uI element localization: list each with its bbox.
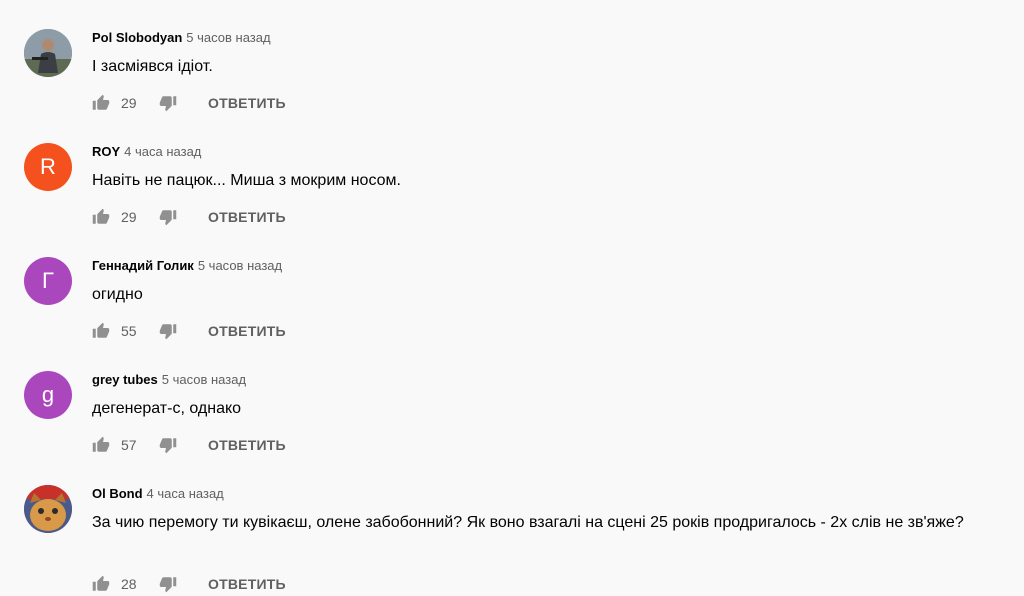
avatar[interactable]: [24, 485, 72, 533]
like-count: 29: [121, 209, 137, 225]
comment-text: дегенерат-с, однако: [92, 400, 242, 417]
dislike-button[interactable]: [159, 575, 177, 593]
dislike-button[interactable]: [159, 436, 177, 454]
comment-time[interactable]: 4 часа назад: [124, 144, 201, 159]
thumbs-up-icon: [92, 575, 110, 591]
avatar-letter: Г: [42, 268, 54, 293]
reply-button[interactable]: ОТВЕТИТЬ: [208, 323, 286, 339]
thumbs-down-icon: [159, 324, 177, 340]
comment-actions: 57 ОТВЕТИТЬ: [92, 433, 286, 457]
comment-actions: 29 ОТВЕТИТЬ: [92, 205, 286, 229]
avatar-letter: g: [41, 382, 55, 407]
comment-actions: 55 ОТВЕТИТЬ: [92, 319, 286, 343]
reply-button[interactable]: ОТВЕТИТЬ: [208, 95, 286, 111]
like-button[interactable]: [92, 94, 110, 112]
comment-header: ROY 4 часа назад: [92, 143, 992, 161]
reply-button[interactable]: ОТВЕТИТЬ: [208, 209, 286, 225]
thumbs-down-icon: [159, 96, 177, 112]
avatar[interactable]: g: [24, 371, 72, 419]
like-count: 57: [121, 437, 137, 453]
comment-body: Ol Bond 4 часа назад За чию перемогу ти к…: [92, 485, 992, 535]
like-count: 28: [121, 576, 137, 592]
like-button[interactable]: [92, 575, 110, 593]
comment-time[interactable]: 4 часа назад: [147, 486, 224, 501]
like-count: 29: [121, 95, 137, 111]
man-photo-avatar-icon: [24, 29, 72, 77]
thumbs-up-icon: [92, 208, 110, 224]
like-button[interactable]: [92, 322, 110, 340]
avatar[interactable]: R: [24, 143, 72, 191]
comment-header: grey tubes 5 часов назад: [92, 371, 992, 389]
comment-text: Навіть не пацюк... Миша з мокрим носом.: [92, 172, 401, 189]
avatar-letter: R: [40, 154, 56, 179]
comment-time[interactable]: 5 часов назад: [186, 30, 270, 45]
comment-text: огидно: [92, 286, 143, 303]
comment-header: Pol Slobodyan 5 часов назад: [92, 29, 992, 47]
thumbs-down-icon: [159, 210, 177, 226]
avatar[interactable]: [24, 29, 72, 77]
reply-button[interactable]: ОТВЕТИТЬ: [208, 437, 286, 453]
like-button[interactable]: [92, 208, 110, 226]
comment-author[interactable]: Ol Bond: [92, 486, 143, 501]
comment-text: За чию перемогу ти кувікаєш, олене забоб…: [92, 514, 964, 531]
comment-author[interactable]: Геннадий Голик: [92, 258, 194, 273]
dislike-button[interactable]: [159, 322, 177, 340]
thumbs-up-icon: [92, 436, 110, 452]
comment-author[interactable]: grey tubes: [92, 372, 158, 387]
comment-header: Геннадий Голик 5 часов назад: [92, 257, 992, 275]
comment-body: ROY 4 часа назад Навіть не пацюк... Миша …: [92, 143, 992, 193]
reply-button[interactable]: ОТВЕТИТЬ: [208, 576, 286, 592]
dislike-button[interactable]: [159, 94, 177, 112]
dislike-button[interactable]: [159, 208, 177, 226]
avatar[interactable]: Г: [24, 257, 72, 305]
comment-actions: 28 ОТВЕТИТЬ: [92, 572, 286, 596]
comment-body: Pol Slobodyan 5 часов назад І засміявся і…: [92, 29, 992, 79]
comment-time[interactable]: 5 часов назад: [198, 258, 282, 273]
comment-body: Геннадий Голик 5 часов назад огидно: [92, 257, 992, 307]
like-count: 55: [121, 323, 137, 339]
comment-time[interactable]: 5 часов назад: [162, 372, 246, 387]
comment-author[interactable]: Pol Slobodyan: [92, 30, 182, 45]
comment-text: І засміявся ідіот.: [92, 58, 213, 75]
thumbs-down-icon: [159, 438, 177, 454]
thumbs-up-icon: [92, 94, 110, 110]
thumbs-up-icon: [92, 322, 110, 338]
comments-section: Pol Slobodyan 5 часов назад І засміявся і…: [0, 0, 1024, 596]
thumbs-down-icon: [159, 577, 177, 593]
comment-body: grey tubes 5 часов назад дегенерат-с, одн…: [92, 371, 992, 421]
comment-author[interactable]: ROY: [92, 144, 120, 159]
cat-photo-avatar-icon: [24, 485, 72, 533]
comment-header: Ol Bond 4 часа назад: [92, 485, 992, 503]
like-button[interactable]: [92, 436, 110, 454]
comment-actions: 29 ОТВЕТИТЬ: [92, 91, 286, 115]
